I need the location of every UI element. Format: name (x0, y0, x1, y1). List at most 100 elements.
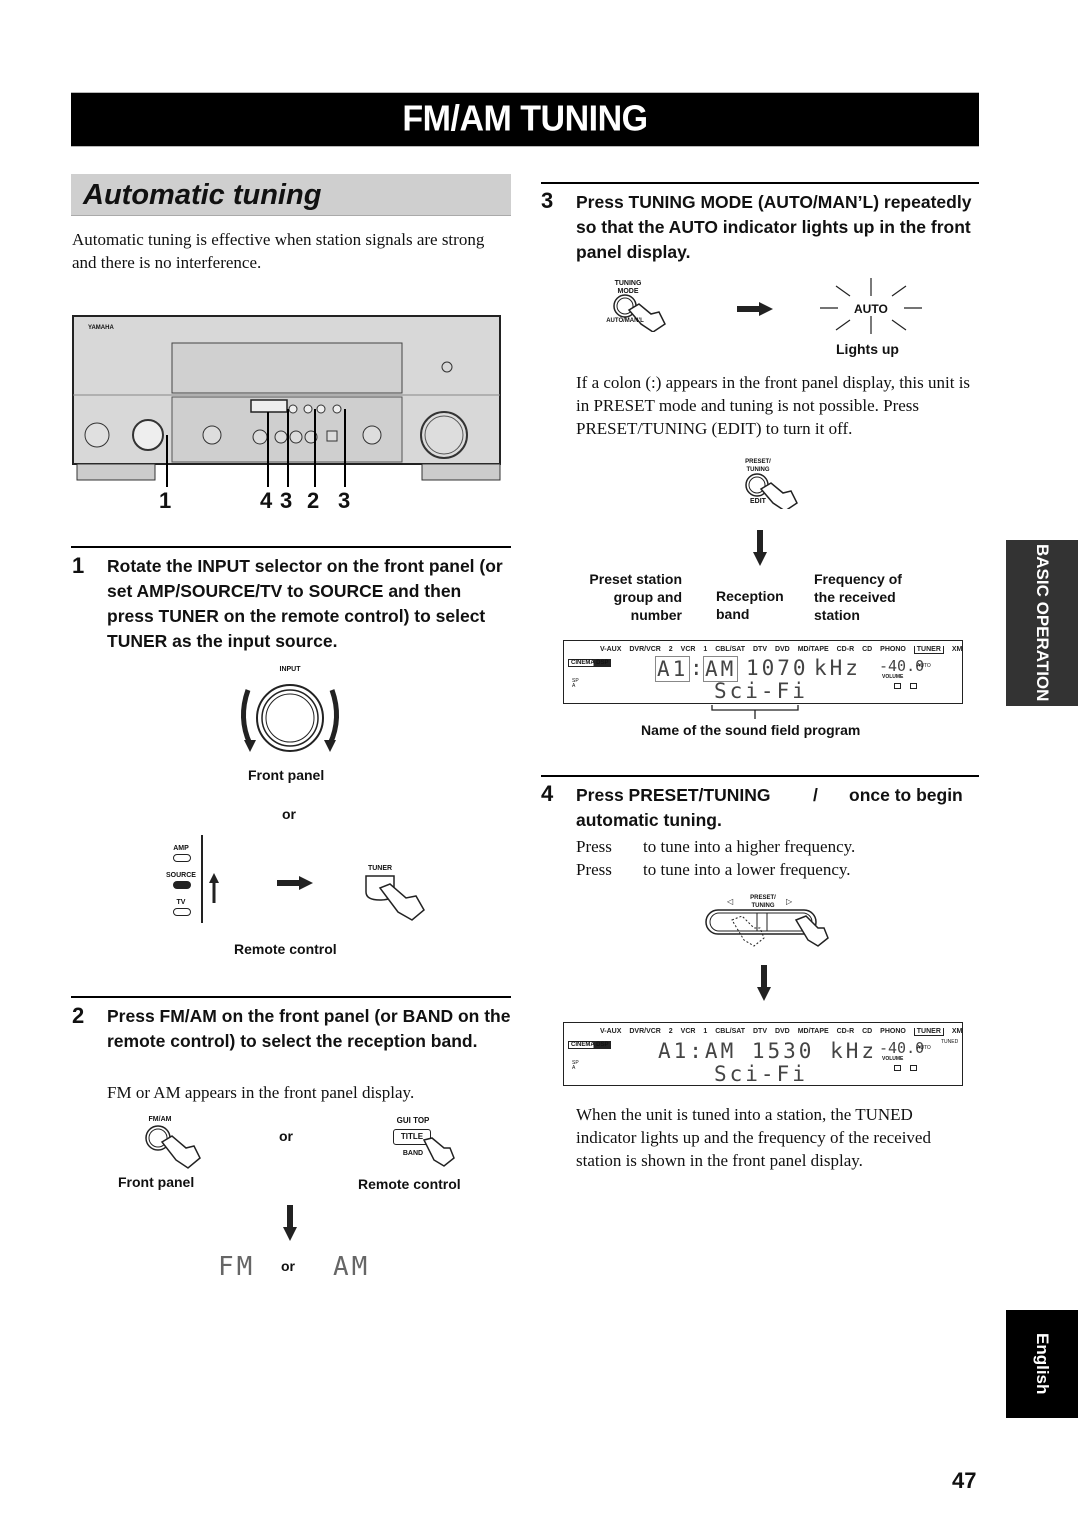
speaker-l-indicator (894, 683, 901, 689)
preset-tuning-rocker-figure: PRESET/ TUNING ◁ ▷ (700, 890, 830, 950)
source-vcr1: VCR 1 (680, 646, 708, 653)
source-cd: CD (862, 1028, 873, 1035)
front-panel-display-2: V-AUX DVR/VCR 2 VCR 1 CBL/SAT DTV DVD MD… (563, 1022, 963, 1086)
fmam-button-figure: FM/AM (140, 1114, 210, 1169)
step-3-note: If a colon (:) appears in the front pane… (576, 373, 971, 438)
step-2-number: 2 (72, 1003, 85, 1028)
or-label: or (282, 806, 296, 822)
source-md-tape: MD/TAPE (797, 646, 829, 653)
sp-indicator: SP A (572, 1060, 579, 1071)
volume-label: VOLUME (882, 674, 904, 680)
source-dtv: DTV (753, 646, 767, 653)
lights-up-caption: Lights up (836, 341, 899, 357)
input-knob-figure: INPUT (230, 660, 350, 760)
remote-control-caption: Remote control (234, 941, 337, 957)
source-phono: PHONO (880, 646, 906, 653)
source-xm: XM (951, 1028, 963, 1035)
source-cd: CD (862, 646, 873, 653)
tuned-indicator: TUNED (941, 1039, 959, 1045)
source-dvd: DVD (774, 1028, 790, 1035)
step-4-text-b: once to begin automatic tuning. (576, 785, 963, 830)
label-preset-station: Preset station group and number (589, 571, 682, 623)
sp-indicator: SP A (572, 678, 579, 689)
hand-press-icon (365, 875, 425, 921)
fmam-label: FM/AM (148, 1116, 172, 1123)
label-reception-band: Reception band (716, 588, 784, 622)
callout-3a: 3 (280, 488, 293, 513)
arrow-down-icon (283, 1205, 297, 1241)
speaker-l-indicator (894, 1065, 901, 1071)
input-knob-icon (241, 684, 339, 752)
source-list: V-AUX DVR/VCR 2 VCR 1 CBL/SAT DTV DVD MD… (600, 646, 962, 654)
intro-text: Automatic tuning is effective when stati… (72, 230, 485, 272)
source-dvr-vcr2: DVR/VCR 2 (629, 1028, 673, 1035)
source-v-aux: V-AUX (600, 1028, 622, 1035)
switch-rail (201, 835, 203, 923)
display-fm: FM (218, 1252, 256, 1282)
display-am: AM (333, 1252, 371, 1282)
source-button (173, 881, 191, 889)
section-heading: Automatic tuning (71, 174, 511, 216)
amp-source-tv-switch: AMP SOURCE TV (165, 835, 225, 925)
auto-manl-label: AUTO/MAN’L (606, 318, 644, 324)
step-1-number: 1 (72, 553, 85, 578)
source-tuner-selected: TUNER (913, 646, 944, 654)
page-number: 47 (952, 1468, 977, 1493)
cinema-dsp-logo: CINEMA DSP (568, 1041, 612, 1049)
arrow-right-icon (737, 302, 773, 316)
step-3-number: 3 (541, 188, 554, 213)
front-panel-caption: Front panel (118, 1174, 195, 1190)
source-dvr-vcr2: DVR/VCR 2 (629, 646, 673, 653)
tuner-button-figure: TUNER (360, 862, 430, 922)
left-triangle-icon: ◁ (727, 897, 734, 906)
source-cd-r: CD-R (836, 1028, 855, 1035)
source-cd-r: CD-R (836, 646, 855, 653)
front-panel-caption: Front panel (248, 767, 325, 783)
step-4-number: 4 (541, 781, 554, 806)
or-label: or (279, 1128, 293, 1144)
edit-label: EDIT (750, 498, 766, 505)
source-v-aux: V-AUX (600, 646, 622, 653)
hand-press-icon (422, 1137, 455, 1167)
higher-frequency-text: to tune into a higher frequency. (643, 837, 856, 856)
auto-indicator: AUTO (917, 663, 931, 669)
source-dtv: DTV (753, 1028, 767, 1035)
lower-frequency-text: to tune into a lower frequency. (643, 860, 851, 879)
arrow-right-icon (277, 876, 313, 890)
arrow-up-icon (209, 873, 219, 903)
source-dvd: DVD (774, 646, 790, 653)
step-3-text: Press TUNING MODE (AUTO/MAN’L) repeatedl… (576, 192, 972, 262)
tv-label: TV (176, 899, 186, 906)
divider (541, 775, 979, 777)
auto-indicator: AUTO (854, 302, 888, 316)
source-vcr1: VCR 1 (680, 1028, 708, 1035)
side-tab-basic-operation[interactable]: BASIC OPERATION (1006, 540, 1078, 706)
callout-2: 2 (307, 488, 320, 513)
label-frequency: Frequency of the received station (814, 571, 902, 623)
tuning-mode-button-figure: TUNING MODE AUTO/MAN’L (605, 278, 675, 333)
source-cbl-sat: CBL/SAT (715, 1028, 746, 1035)
band-button-figure: GUI TOP TITLE BAND (390, 1114, 460, 1172)
step-4-note: When the unit is tuned into a station, t… (576, 1105, 931, 1170)
press-label: Press (576, 837, 612, 856)
hand-press-icon (145, 1125, 201, 1169)
source-list: V-AUX DVR/VCR 2 VCR 1 CBL/SAT DTV DVD MD… (600, 1028, 963, 1036)
step-2-note: FM or AM appears in the front panel disp… (107, 1083, 415, 1102)
rocker-button-icon (705, 909, 829, 947)
side-tab-english[interactable]: English (1006, 1310, 1078, 1418)
step-1-text: Rotate the INPUT selector on the front p… (107, 556, 503, 651)
source-phono: PHONO (880, 1028, 906, 1035)
press-label: Press (576, 860, 612, 879)
program-bracket (711, 705, 799, 719)
frequency-display: 1070 (746, 656, 809, 680)
label-sound-field-program: Name of the sound field program (641, 722, 861, 738)
input-label: INPUT (279, 666, 301, 673)
cinema-dsp-logo: CINEMA DSP (568, 659, 612, 667)
source-cbl-sat: CBL/SAT (715, 646, 746, 653)
main-display: A1:AM 1530 kHz (658, 1039, 878, 1063)
unit-display: kHz (814, 656, 861, 680)
preset-tuning-edit-figure: PRESET/ TUNING EDIT (735, 456, 805, 511)
step-2-text: Press FM/AM on the front panel (or BAND … (107, 1006, 511, 1051)
preset-number: A1 (655, 656, 691, 682)
remote-control-caption: Remote control (358, 1176, 461, 1192)
